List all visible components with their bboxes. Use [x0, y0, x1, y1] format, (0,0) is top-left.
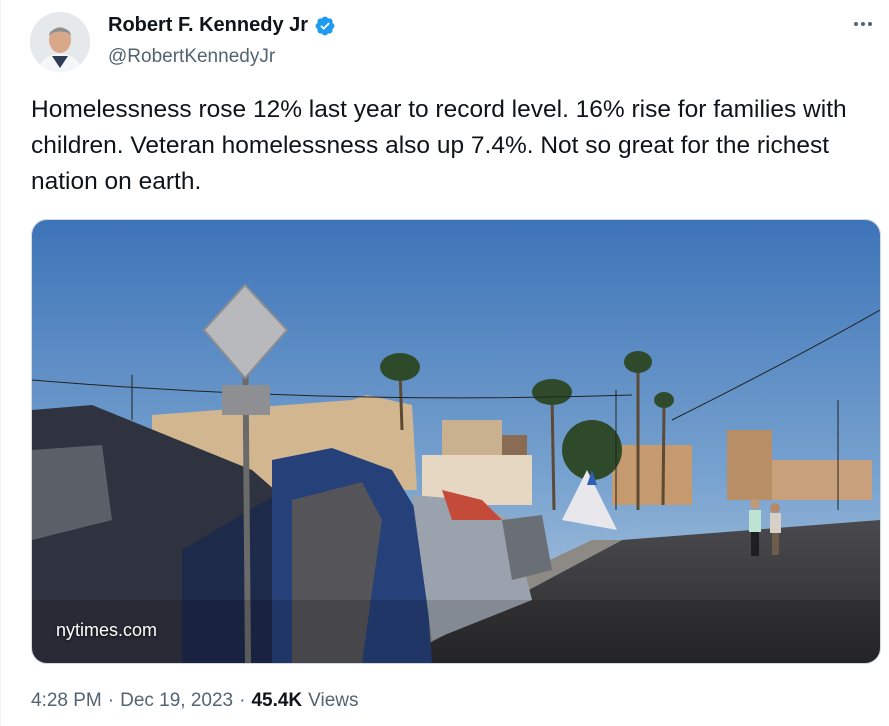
views-count[interactable]: 45.4K: [251, 690, 302, 712]
author-name-row: Robert F. Kennedy Jr: [108, 14, 336, 37]
dot-icon: [861, 22, 865, 26]
author-avatar[interactable]: [30, 12, 90, 72]
timeline-border: [0, 0, 1, 726]
more-options-icon[interactable]: [846, 12, 880, 36]
views-label[interactable]: Views: [308, 690, 358, 712]
author-name[interactable]: Robert F. Kennedy Jr: [108, 14, 308, 37]
verified-badge-icon[interactable]: [314, 15, 336, 37]
avatar-image: [30, 12, 90, 72]
tweet-text: Homelessness rose 12% last year to recor…: [31, 96, 847, 195]
dot-icon: [868, 22, 872, 26]
meta-separator: ·: [239, 690, 246, 711]
link-card-image[interactable]: nytimes.com: [31, 219, 881, 664]
meta-separator: ·: [107, 690, 115, 711]
card-domain: nytimes.com: [56, 620, 158, 640]
dot-icon: [854, 22, 858, 26]
tweet-date[interactable]: Dec 19, 2023: [120, 690, 233, 712]
author-handle[interactable]: @RobertKennedyJr: [108, 46, 275, 68]
homeless-encampment-photo: [32, 220, 880, 663]
tweet-time[interactable]: 4:28 PM: [31, 690, 102, 712]
tweet-meta: 4:28 PM · Dec 19, 2023 · 45.4K Views: [31, 690, 359, 712]
